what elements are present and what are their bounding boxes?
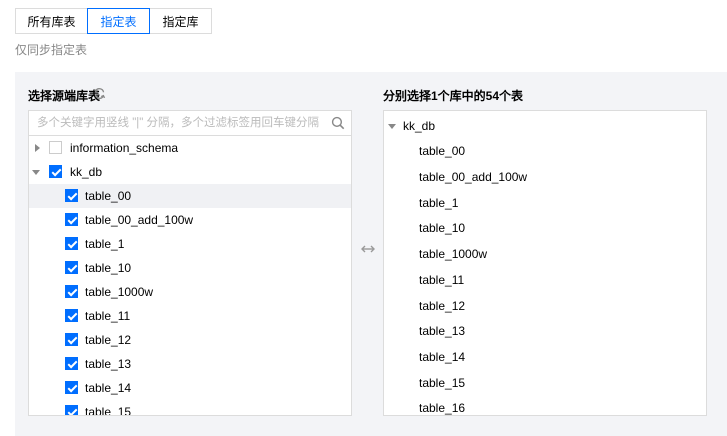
checkbox-checked[interactable] — [65, 261, 78, 274]
source-panel-title: 选择源端库表 — [28, 89, 101, 103]
checkbox-checked[interactable] — [49, 165, 62, 178]
search-icon[interactable] — [331, 116, 345, 130]
db-label: kk_db — [403, 119, 436, 133]
checkbox-checked[interactable] — [65, 237, 78, 250]
tree-node-label: table_12 — [85, 333, 132, 347]
checkbox-checked[interactable] — [65, 213, 78, 226]
sync-hint: 仅同步指定表 — [15, 43, 88, 57]
selected-table-item: table_10 — [384, 216, 706, 240]
selected-table-item: table_11 — [384, 268, 706, 292]
selected-table-item: table_15 — [384, 371, 706, 395]
selected-db-node[interactable]: kk_db — [384, 114, 706, 138]
table-label: table_00 — [419, 144, 466, 158]
source-tree: information_schema kk_db table_00 table_… — [28, 135, 352, 416]
checkbox-checked[interactable] — [65, 405, 78, 415]
tree-node-table[interactable]: table_00 — [29, 184, 351, 208]
tree-node-label: table_00_add_100w — [85, 213, 194, 227]
selected-table-item: table_14 — [384, 345, 706, 369]
table-label: table_1000w — [419, 247, 488, 261]
tree-node-table[interactable]: table_10 — [29, 256, 351, 280]
tree-node-table[interactable]: table_1000w — [29, 280, 351, 304]
selected-table-item: table_1 — [384, 191, 706, 215]
table-label: table_1 — [419, 196, 459, 210]
table-label: table_16 — [419, 401, 466, 415]
caret-down-icon[interactable] — [32, 170, 40, 175]
source-search-box — [28, 110, 352, 136]
tab-specified-tables[interactable]: 指定表 — [87, 8, 150, 34]
selected-table-item: table_16 — [384, 396, 706, 415]
tree-node-label: information_schema — [70, 141, 179, 155]
checkbox-checked[interactable] — [65, 381, 78, 394]
left-right-arrows-icon — [361, 245, 375, 253]
tree-node-table[interactable]: table_13 — [29, 352, 351, 376]
table-label: table_11 — [419, 273, 465, 287]
tab-all-tables[interactable]: 所有库表 — [15, 8, 88, 34]
search-input[interactable] — [29, 111, 319, 135]
selected-table-item: table_00 — [384, 139, 706, 163]
tree-node-table[interactable]: table_11 — [29, 304, 351, 328]
checkbox-checked[interactable] — [65, 357, 78, 370]
tree-node-table[interactable]: table_12 — [29, 328, 351, 352]
selected-tree: kk_db table_00 table_00_add_100w table_1… — [383, 110, 707, 416]
tree-node-label: table_00 — [85, 189, 132, 203]
tree-node-label: table_10 — [85, 261, 132, 275]
caret-right-icon[interactable] — [35, 144, 40, 152]
selected-table-item: table_12 — [384, 294, 706, 318]
checkbox[interactable] — [49, 141, 62, 154]
table-label: table_14 — [419, 350, 466, 364]
tree-node-information-schema[interactable]: information_schema — [29, 136, 351, 160]
tree-node-label: table_15 — [85, 405, 132, 416]
caret-down-icon[interactable] — [388, 124, 396, 129]
table-label: table_10 — [419, 221, 466, 235]
tab-label: 指定库 — [162, 14, 199, 29]
table-label: table_00_add_100w — [419, 170, 528, 184]
tab-label: 指定表 — [100, 14, 137, 29]
table-label: table_12 — [419, 299, 466, 313]
tree-node-kk-db[interactable]: kk_db — [29, 160, 351, 184]
sync-mode-tabs: 所有库表 指定表 指定库 — [15, 8, 212, 34]
checkbox-checked[interactable] — [65, 189, 78, 202]
selected-panel-title: 分别选择1个库中的54个表 — [383, 89, 524, 103]
tree-node-table[interactable]: table_00_add_100w — [29, 208, 351, 232]
tree-node-label: table_14 — [85, 381, 132, 395]
selected-table-item: table_13 — [384, 319, 706, 343]
checkbox-checked[interactable] — [65, 309, 78, 322]
tab-label: 所有库表 — [27, 14, 76, 29]
checkbox-checked[interactable] — [65, 285, 78, 298]
tree-node-label: kk_db — [70, 165, 103, 179]
checkbox-checked[interactable] — [65, 333, 78, 346]
table-label: table_13 — [419, 324, 466, 338]
tree-node-label: table_11 — [85, 309, 131, 323]
table-label: table_15 — [419, 376, 466, 390]
refresh-icon[interactable] — [93, 87, 106, 100]
tree-node-label: table_1000w — [85, 285, 154, 299]
tree-node-label: table_1 — [85, 237, 125, 251]
tree-node-table[interactable]: table_14 — [29, 376, 351, 400]
tree-node-label: table_13 — [85, 357, 132, 371]
selected-table-item: table_1000w — [384, 242, 706, 266]
tree-node-table[interactable]: table_15 — [29, 400, 351, 416]
tree-node-table[interactable]: table_1 — [29, 232, 351, 256]
selected-table-item: table_00_add_100w — [384, 165, 706, 189]
tab-specified-databases[interactable]: 指定库 — [149, 8, 212, 34]
